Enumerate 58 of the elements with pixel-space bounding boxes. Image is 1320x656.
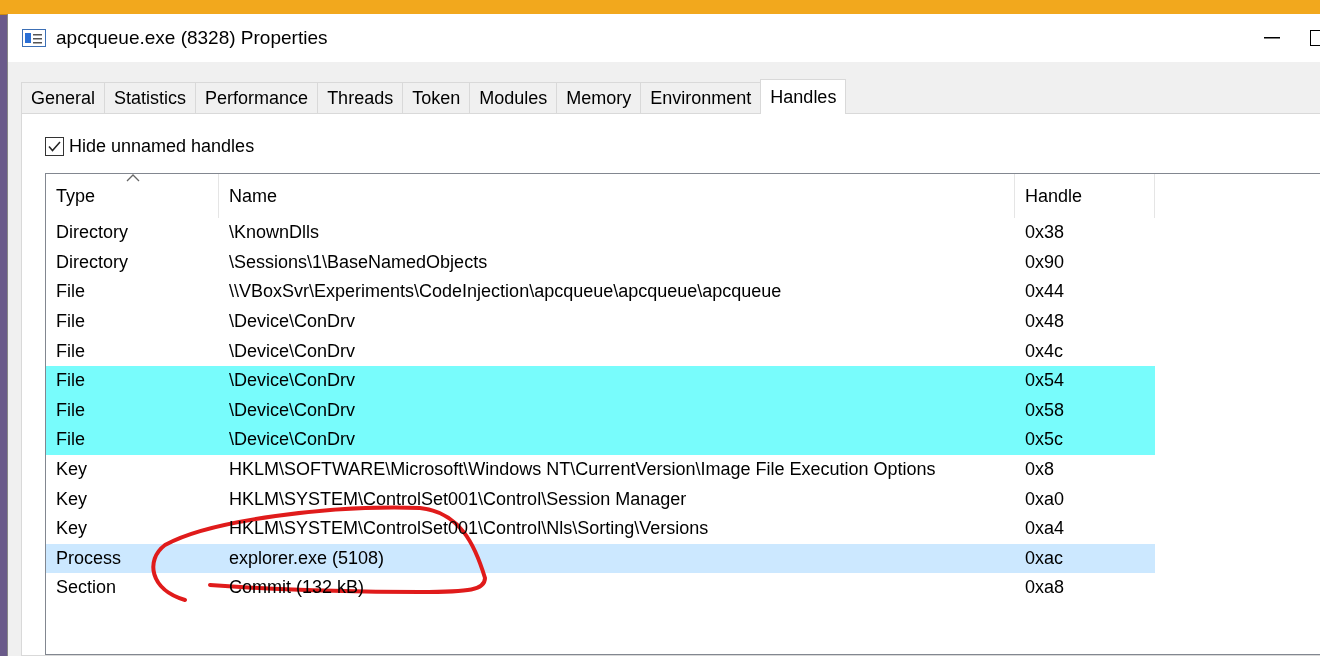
table-row[interactable]: File \Device\ConDrv 0x4c [46,336,1155,366]
table-row[interactable]: Key HKLM\SOFTWARE\Microsoft\Windows NT\CurrentVersion\Image File Execution Options 0x8 [46,454,1155,485]
table-cell-text: \\VBoxSvr\Experiments\CodeInjection\apcqueue\apcqueue\apcqueue [228,281,783,303]
table-cell-text: \Device\ConDrv [228,311,357,333]
table-cell-text: \Device\ConDrv [228,340,357,362]
table-cell-text: 0xa0 [1024,488,1066,510]
window-icon [22,29,46,47]
table-cell-text: File [55,281,86,303]
table-cell-text: \Device\ConDrv [228,370,357,392]
table-row[interactable]: File \Device\ConDrv 0x5c [46,425,1155,455]
table-row[interactable]: File \\VBoxSvr\Experiments\CodeInjection\apcqueue\apcqueue\apcqueue 0x44 [46,277,1155,307]
table-cell-text: 0x90 [1024,251,1066,273]
column-header[interactable]: Type [56,185,96,207]
tab[interactable]: General [21,82,106,113]
window-title: apcqueue.exe (8328) Properties [56,27,329,49]
table-cell-text: Key [55,518,89,540]
table-row[interactable]: File \Device\ConDrv 0x58 [46,395,1155,426]
table-cell-text: File [55,399,86,421]
tab[interactable]: Handles [760,79,847,114]
table-cell-text: 0x58 [1024,399,1066,421]
minimize-icon[interactable] [1264,37,1280,39]
table-cell-text: 0x5c [1024,429,1065,451]
table-cell-text: 0x8 [1024,459,1056,481]
table-cell-text: 0xa4 [1024,518,1066,540]
table-cell-text: File [55,370,86,392]
table-cell-text: File [55,311,86,333]
table-cell-text: 0x48 [1024,311,1066,333]
table-row[interactable]: Key HKLM\SYSTEM\ControlSet001\Control\Session Manager 0xa0 [46,484,1155,514]
table-cell-text: 0x44 [1024,281,1066,303]
column-header[interactable]: Handle [1025,185,1083,207]
table-cell-text: \KnownDlls [228,222,321,244]
table-cell-text: \Sessions\1\BaseNamedObjects [228,251,489,273]
table-cell-text: Directory [55,222,129,244]
table-cell-text: Key [55,459,89,481]
table-cell-text: Directory [55,251,129,273]
table-cell-text: 0x54 [1024,370,1066,392]
table-cell-text: Key [55,488,89,510]
checkbox-label: Hide unnamed handles [69,136,255,157]
table-row[interactable]: Process explorer.exe (5108) 0xac [46,543,1155,574]
table-cell-text: Section [55,577,118,599]
column-header[interactable]: Name [229,185,277,207]
table-row[interactable]: File \Device\ConDrv 0x54 [46,365,1155,396]
table-cell-text: HKLM\SOFTWARE\Microsoft\Windows NT\CurrentVersion\Image File Execution Options [228,459,937,481]
table-cell-text: 0x4c [1024,340,1065,362]
table-row[interactable]: Directory \Sessions\1\BaseNamedObjects 0x90 [46,247,1155,278]
table-row[interactable]: File \Device\ConDrv 0x48 [46,306,1155,337]
table-cell-text: \Device\ConDrv [228,429,357,451]
table-cell-text: \Device\ConDrv [228,399,357,421]
table-cell-text: Process [55,547,123,569]
table-cell-text: File [55,429,86,451]
table-row[interactable]: Directory \KnownDlls 0x38 [46,218,1155,248]
table-cell-text: 0x38 [1024,222,1066,244]
table-cell-text: 0xa8 [1024,577,1066,599]
checkbox[interactable] [45,137,64,156]
table-cell-text: File [55,340,86,362]
table-cell-text: HKLM\SYSTEM\ControlSet001\Control\Session Manager [228,488,688,510]
table-cell-text: explorer.exe (5108) [228,547,386,569]
table-cell-text: 0xac [1024,547,1065,569]
